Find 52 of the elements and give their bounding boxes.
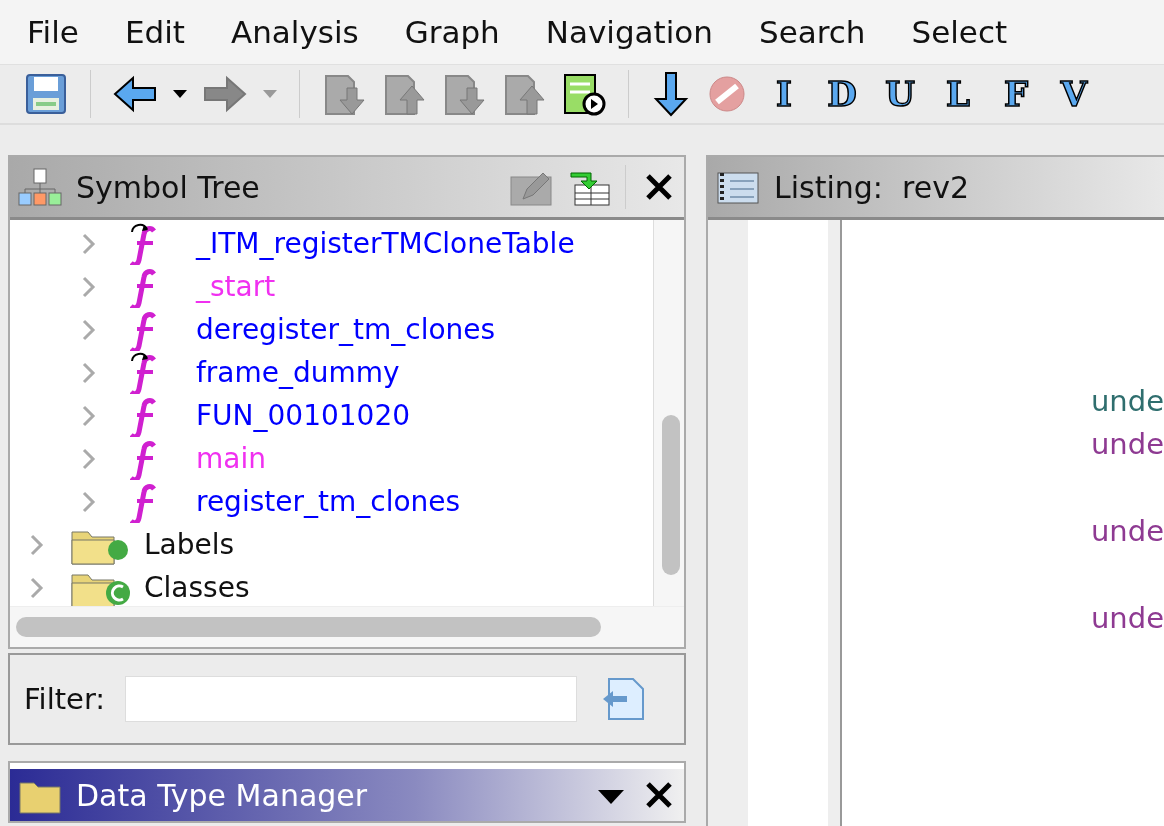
toolbar-button[interactable]: L <box>937 72 979 116</box>
filter-label: Filter: <box>24 682 106 716</box>
chevron-icon[interactable] <box>80 275 98 298</box>
script-run-icon[interactable] <box>562 72 606 116</box>
stop-icon[interactable] <box>707 74 747 114</box>
chevron-icon[interactable] <box>80 404 98 427</box>
down-arrow-icon[interactable] <box>651 71 691 117</box>
panel-title: Symbol Tree <box>76 169 260 205</box>
menu-item[interactable]: Analysis <box>207 14 382 50</box>
toolbar-button[interactable]: F <box>995 72 1037 116</box>
caret-icon[interactable] <box>173 90 187 98</box>
chevron-icon[interactable] <box>80 447 98 470</box>
panel-title: Listing: rev2 <box>774 169 969 205</box>
code-text: unde <box>1091 600 1164 637</box>
code-text: unde <box>1091 383 1164 420</box>
horizontal-scrollbar[interactable] <box>10 606 684 647</box>
tree-item[interactable]: _ITM_registerTMCloneTable <box>196 227 575 260</box>
tree-item[interactable]: Classes <box>144 571 250 604</box>
tree-item[interactable]: deregister_tm_clones <box>196 313 496 346</box>
menu-item[interactable]: Select <box>888 14 1031 50</box>
clear-filter-icon[interactable] <box>601 677 646 721</box>
panel-title: Data Type Manager <box>76 777 368 813</box>
back-arrow-icon[interactable] <box>113 74 157 114</box>
navigation-icon[interactable] <box>382 72 426 116</box>
tree-icon <box>18 167 62 207</box>
close-icon[interactable] <box>644 780 674 810</box>
filter-field[interactable] <box>125 676 578 722</box>
chevron-icon[interactable] <box>28 576 46 599</box>
menu-item[interactable]: File <box>4 14 102 50</box>
save-icon[interactable] <box>24 72 68 116</box>
menu-item[interactable]: Navigation <box>522 14 736 50</box>
toolbar-button[interactable]: U <box>879 72 921 116</box>
chevron-icon[interactable] <box>80 318 98 341</box>
chevron-icon[interactable] <box>28 533 46 556</box>
forward-arrow-icon[interactable] <box>203 74 247 114</box>
vertical-scrollbar[interactable] <box>653 220 684 606</box>
navigation-icon[interactable] <box>322 72 366 116</box>
code-text: unde <box>1091 426 1164 463</box>
menu-item[interactable]: Search <box>735 14 889 50</box>
chevron-icon[interactable] <box>80 232 98 255</box>
chevron-icon[interactable] <box>80 490 98 513</box>
close-icon[interactable] <box>644 172 674 202</box>
tree-item[interactable]: register_tm_clones <box>196 485 461 518</box>
code-text: unde <box>1091 513 1164 550</box>
menu-item[interactable]: Edit <box>101 14 208 50</box>
menu-item[interactable]: Graph <box>381 14 523 50</box>
tree-item[interactable]: frame_dummy <box>196 356 400 389</box>
tree-item[interactable]: FUN_00101020 <box>196 399 411 432</box>
navigation-icon[interactable] <box>502 72 546 116</box>
tree-item[interactable]: Labels <box>144 528 235 561</box>
navigation-icon[interactable] <box>442 72 486 116</box>
chevron-icon[interactable] <box>80 361 98 384</box>
